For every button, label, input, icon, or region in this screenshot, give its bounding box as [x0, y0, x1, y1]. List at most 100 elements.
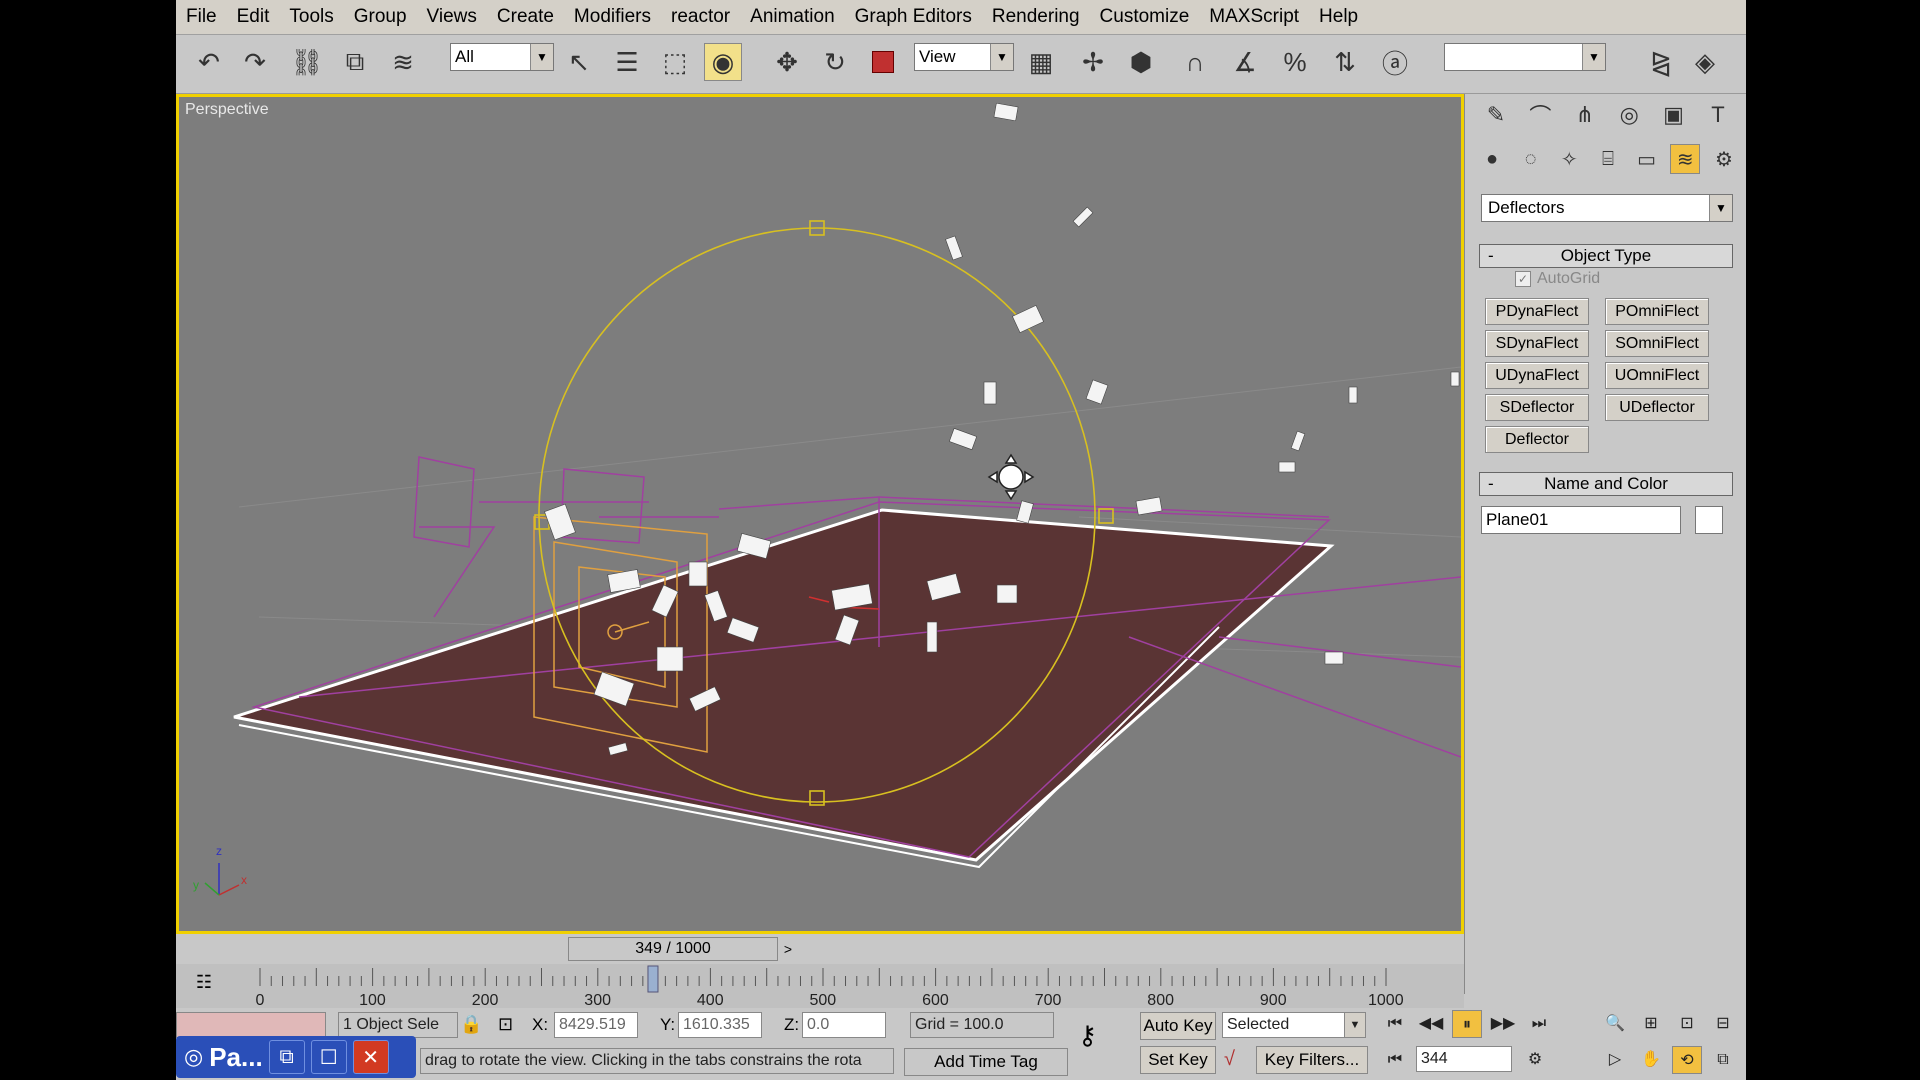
- pomniflect-button[interactable]: POmniFlect: [1605, 298, 1709, 325]
- time-slider[interactable]: 349 / 1000: [568, 937, 778, 961]
- display-tab-icon[interactable]: ▣: [1655, 98, 1693, 132]
- x-coordinate-field[interactable]: 8429.519: [554, 1012, 638, 1038]
- reference-coord-dropdown[interactable]: View ▼: [914, 43, 1014, 71]
- shapes-icon[interactable]: ◌: [1516, 144, 1546, 174]
- set-key-button[interactable]: Set Key: [1140, 1046, 1216, 1074]
- rect-selection-icon[interactable]: ⬚: [656, 43, 694, 81]
- bind-space-warp-icon[interactable]: ≋: [384, 43, 422, 81]
- utilities-tab-icon[interactable]: T: [1699, 98, 1737, 132]
- menu-help[interactable]: Help: [1309, 1, 1368, 33]
- systems-icon[interactable]: ⚙: [1709, 144, 1739, 174]
- restore-window-icon[interactable]: ⧉: [268, 1040, 305, 1074]
- menu-file[interactable]: File: [176, 1, 227, 33]
- align-icon[interactable]: ◈: [1686, 43, 1724, 81]
- maximize-viewport-icon[interactable]: ⧉: [1708, 1046, 1738, 1074]
- key-mode-toggle-icon[interactable]: ⏮: [1380, 1046, 1410, 1074]
- sdynaflect-button[interactable]: SDynaFlect: [1485, 330, 1589, 357]
- snap-3d-icon[interactable]: ∩: [1176, 43, 1214, 81]
- rotate-icon[interactable]: ↻: [816, 43, 854, 81]
- next-frame-icon[interactable]: ▶▶: [1488, 1010, 1518, 1038]
- category-dropdown[interactable]: Deflectors ▼: [1481, 194, 1733, 222]
- keyboard-shortcut-icon[interactable]: ⬢: [1122, 43, 1160, 81]
- add-time-tag-button[interactable]: Add Time Tag: [904, 1048, 1068, 1076]
- current-frame-marker[interactable]: [647, 965, 659, 993]
- selection-filter-dropdown[interactable]: All ▼: [450, 43, 554, 71]
- unlink-icon[interactable]: ⧉: [336, 43, 374, 81]
- menu-tools[interactable]: Tools: [279, 1, 343, 33]
- select-manipulate-icon[interactable]: ✢: [1074, 43, 1112, 81]
- menu-graph-editors[interactable]: Graph Editors: [845, 1, 982, 33]
- deflector-button[interactable]: Deflector: [1485, 426, 1589, 453]
- default-tangents-icon[interactable]: √: [1224, 1048, 1235, 1071]
- select-and-link-icon[interactable]: ⛓: [288, 43, 326, 81]
- select-by-name-icon[interactable]: ☰: [608, 43, 646, 81]
- menu-create[interactable]: Create: [487, 1, 564, 33]
- menu-views[interactable]: Views: [417, 1, 487, 33]
- track-bar[interactable]: ☷ 0 100 200 300 400 500 600 700 800 900 1000: [176, 964, 1464, 1008]
- time-configuration-icon[interactable]: ⚙: [1520, 1046, 1550, 1074]
- menu-modifiers[interactable]: Modifiers: [564, 1, 661, 33]
- space-warps-icon[interactable]: ≋: [1670, 144, 1701, 174]
- maxscript-listener-mini[interactable]: [176, 1012, 326, 1038]
- selection-lock-icon[interactable]: 🔒: [460, 1014, 482, 1035]
- menu-reactor[interactable]: reactor: [661, 1, 740, 33]
- pan-hand-icon[interactable]: ✋: [1636, 1046, 1666, 1074]
- goto-start-icon[interactable]: ⏮: [1380, 1010, 1410, 1038]
- auto-key-button[interactable]: Auto Key: [1140, 1012, 1216, 1040]
- udynaflect-button[interactable]: UDynaFlect: [1485, 362, 1589, 389]
- angle-snap-icon[interactable]: ∡: [1226, 43, 1264, 81]
- pdynaflect-button[interactable]: PDynaFlect: [1485, 298, 1589, 325]
- named-selection-dropdown[interactable]: ▼: [1444, 43, 1606, 71]
- goto-end-icon[interactable]: ⏭: [1524, 1010, 1554, 1038]
- window-crossing-icon[interactable]: ◉: [704, 43, 742, 81]
- field-of-view-icon[interactable]: ▷: [1600, 1046, 1630, 1074]
- zoom-extents-all-icon[interactable]: ⊟: [1708, 1010, 1738, 1038]
- zoom-all-icon[interactable]: ⊞: [1636, 1010, 1666, 1038]
- modify-tab-icon[interactable]: ⌒: [1521, 98, 1559, 132]
- prev-frame-icon[interactable]: ◀◀: [1416, 1010, 1446, 1038]
- time-slider-next-icon[interactable]: >: [778, 937, 798, 961]
- autogrid-checkbox[interactable]: ✓ AutoGrid: [1515, 270, 1600, 288]
- y-coordinate-field[interactable]: 1610.335: [678, 1012, 762, 1038]
- lights-icon[interactable]: ✧: [1554, 144, 1584, 174]
- cameras-icon[interactable]: ⌸: [1593, 144, 1623, 174]
- mirror-icon[interactable]: ⧎: [1642, 43, 1680, 81]
- taskbar-app-title[interactable]: Pa...: [209, 1042, 262, 1073]
- menu-rendering[interactable]: Rendering: [982, 1, 1090, 33]
- select-object-icon[interactable]: ↖: [560, 43, 598, 81]
- percent-snap-icon[interactable]: %: [1276, 43, 1314, 81]
- menu-animation[interactable]: Animation: [740, 1, 845, 33]
- geometry-icon[interactable]: ●: [1477, 144, 1507, 174]
- undo-icon[interactable]: ↶: [190, 43, 228, 81]
- absolute-mode-icon[interactable]: ⊡: [498, 1014, 513, 1035]
- hierarchy-tab-icon[interactable]: ⋔: [1566, 98, 1604, 132]
- zoom-extents-icon[interactable]: ⊡: [1672, 1010, 1702, 1038]
- current-frame-field[interactable]: 344: [1416, 1046, 1512, 1072]
- open-mini-curve-editor-icon[interactable]: ☷: [190, 972, 218, 998]
- udeflector-button[interactable]: UDeflector: [1605, 394, 1709, 421]
- helpers-icon[interactable]: ▭: [1632, 144, 1662, 174]
- redo-icon[interactable]: ↷: [236, 43, 274, 81]
- menu-customize[interactable]: Customize: [1090, 1, 1200, 33]
- edit-named-selections-icon[interactable]: ⓐ: [1376, 43, 1414, 81]
- menu-edit[interactable]: Edit: [227, 1, 280, 33]
- object-color-swatch[interactable]: [1695, 506, 1723, 534]
- menu-maxscript[interactable]: MAXScript: [1199, 1, 1309, 33]
- menu-group[interactable]: Group: [344, 1, 417, 33]
- set-key-key-icon[interactable]: ⚷: [1078, 1020, 1097, 1051]
- maximize-window-icon[interactable]: ☐: [310, 1040, 347, 1074]
- somniflect-button[interactable]: SOmniFlect: [1605, 330, 1709, 357]
- key-filters-button[interactable]: Key Filters...: [1256, 1046, 1368, 1074]
- arc-rotate-icon[interactable]: ⟲: [1672, 1046, 1702, 1074]
- zoom-icon[interactable]: 🔍: [1600, 1010, 1630, 1038]
- create-tab-icon[interactable]: ✎: [1477, 98, 1515, 132]
- perspective-viewport[interactable]: Perspective z x y: [176, 94, 1464, 934]
- key-mode-dropdown[interactable]: Selected ▼: [1222, 1012, 1366, 1038]
- move-icon[interactable]: ✥: [768, 43, 806, 81]
- object-type-rollout[interactable]: - Object Type: [1479, 244, 1733, 268]
- name-and-color-rollout[interactable]: - Name and Color: [1479, 472, 1733, 496]
- z-coordinate-field[interactable]: 0.0: [802, 1012, 886, 1038]
- motion-tab-icon[interactable]: ◎: [1610, 98, 1648, 132]
- sdeflector-button[interactable]: SDeflector: [1485, 394, 1589, 421]
- close-window-icon[interactable]: ✕: [352, 1040, 389, 1074]
